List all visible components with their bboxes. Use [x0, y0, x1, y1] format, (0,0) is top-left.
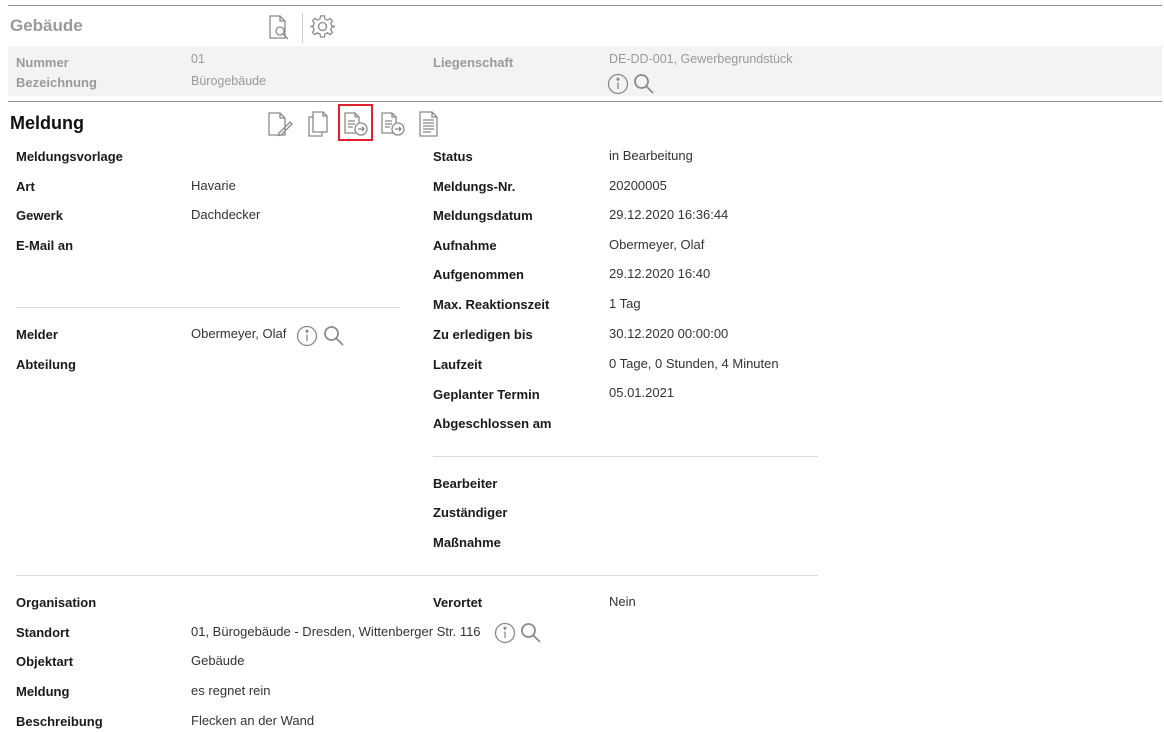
- meldung-value: es regnet rein: [191, 683, 271, 698]
- standort-label: Standort: [16, 625, 70, 640]
- search-icon[interactable]: [520, 622, 542, 644]
- search-icon[interactable]: [323, 325, 345, 347]
- abteilung-label: Abteilung: [16, 357, 76, 372]
- zu-erledigen-value: 30.12.2020 00:00:00: [609, 326, 729, 341]
- beschreibung-label: Beschreibung: [16, 714, 103, 729]
- aufnahme-value: Obermeyer, Olaf: [609, 237, 705, 252]
- meldungs-nr-label: Meldungs-Nr.: [433, 179, 516, 194]
- bottom-divider: [16, 575, 818, 576]
- left-divider: [16, 307, 400, 308]
- aufgenommen-value: 29.12.2020 16:40: [609, 266, 711, 281]
- laufzeit-label: Laufzeit: [433, 357, 483, 372]
- liegenschaft-label: Liegenschaft: [433, 55, 514, 70]
- nummer-value: 01: [191, 52, 205, 66]
- bearbeiter-label: Bearbeiter: [433, 476, 498, 491]
- art-value: Havarie: [191, 178, 236, 193]
- meldungsvorlage-label: Meldungsvorlage: [16, 149, 123, 164]
- edit-document-icon[interactable]: [266, 110, 294, 138]
- status-value: in Bearbeitung: [609, 148, 693, 163]
- verortet-label: Verortet: [433, 595, 483, 610]
- objektart-value: Gebäude: [191, 653, 245, 668]
- standort-value: 01, Bürogebäude - Dresden, Wittenberger …: [191, 624, 481, 639]
- zu-erledigen-label: Zu erledigen bis: [433, 327, 533, 342]
- info-icon[interactable]: [607, 73, 629, 95]
- laufzeit-value: 0 Tage, 0 Stunden, 4 Minuten: [609, 356, 779, 371]
- email-label: E-Mail an: [16, 238, 74, 253]
- search-icon[interactable]: [633, 73, 655, 95]
- top-divider: [8, 5, 1162, 6]
- meldung-label: Meldung: [16, 684, 70, 699]
- melder-value: Obermeyer, Olaf: [191, 326, 287, 341]
- info-icon[interactable]: [296, 325, 318, 347]
- aufgenommen-label: Aufgenommen: [433, 267, 524, 282]
- right-divider: [433, 456, 818, 457]
- meldungs-nr-value: 20200005: [609, 178, 667, 193]
- art-label: Art: [16, 179, 35, 194]
- reaktionszeit-value: 1 Tag: [609, 296, 641, 311]
- meldungsdatum-label: Meldungsdatum: [433, 208, 533, 223]
- geplanter-termin-label: Geplanter Termin: [433, 387, 540, 402]
- info-icon[interactable]: [494, 622, 516, 644]
- document-search-icon[interactable]: [267, 14, 293, 42]
- melder-label: Melder: [16, 327, 58, 342]
- gewerk-label: Gewerk: [16, 208, 63, 223]
- nummer-label: Nummer: [16, 55, 69, 70]
- gebaeude-title: Gebäude: [10, 16, 83, 35]
- meldung-title: Meldung: [10, 113, 84, 133]
- gear-icon[interactable]: [310, 14, 336, 40]
- beschreibung-value: Flecken an der Wand: [191, 713, 315, 728]
- geplanter-termin-value: 05.01.2021: [609, 385, 675, 400]
- bezeichnung-label: Bezeichnung: [16, 75, 97, 90]
- status-label: Status: [433, 149, 473, 164]
- zustaendiger-label: Zuständiger: [433, 505, 508, 520]
- forward-document-icon[interactable]: [379, 110, 407, 138]
- abgeschlossen-label: Abgeschlossen am: [433, 416, 552, 431]
- massnahme-label: Maßnahme: [433, 535, 501, 550]
- liegenschaft-value: DE-DD-001, Gewerbegrundstück: [609, 52, 793, 66]
- toolbar-separator: [302, 13, 303, 43]
- copy-document-icon[interactable]: [305, 110, 331, 138]
- meldungsdatum-value: 29.12.2020 16:36:44: [609, 207, 729, 222]
- bezeichnung-value: Bürogebäude: [191, 74, 267, 88]
- objektart-label: Objektart: [16, 654, 74, 669]
- organisation-label: Organisation: [16, 595, 97, 610]
- meldung-divider: [8, 101, 1162, 102]
- forward-document-icon[interactable]: [342, 110, 370, 138]
- aufnahme-label: Aufnahme: [433, 238, 497, 253]
- document-list-icon[interactable]: [416, 110, 442, 138]
- gewerk-value: Dachdecker: [191, 207, 261, 222]
- verortet-value: Nein: [609, 594, 636, 609]
- reaktionszeit-label: Max. Reaktionszeit: [433, 297, 550, 312]
- gebaeude-info-band: [8, 46, 1162, 96]
